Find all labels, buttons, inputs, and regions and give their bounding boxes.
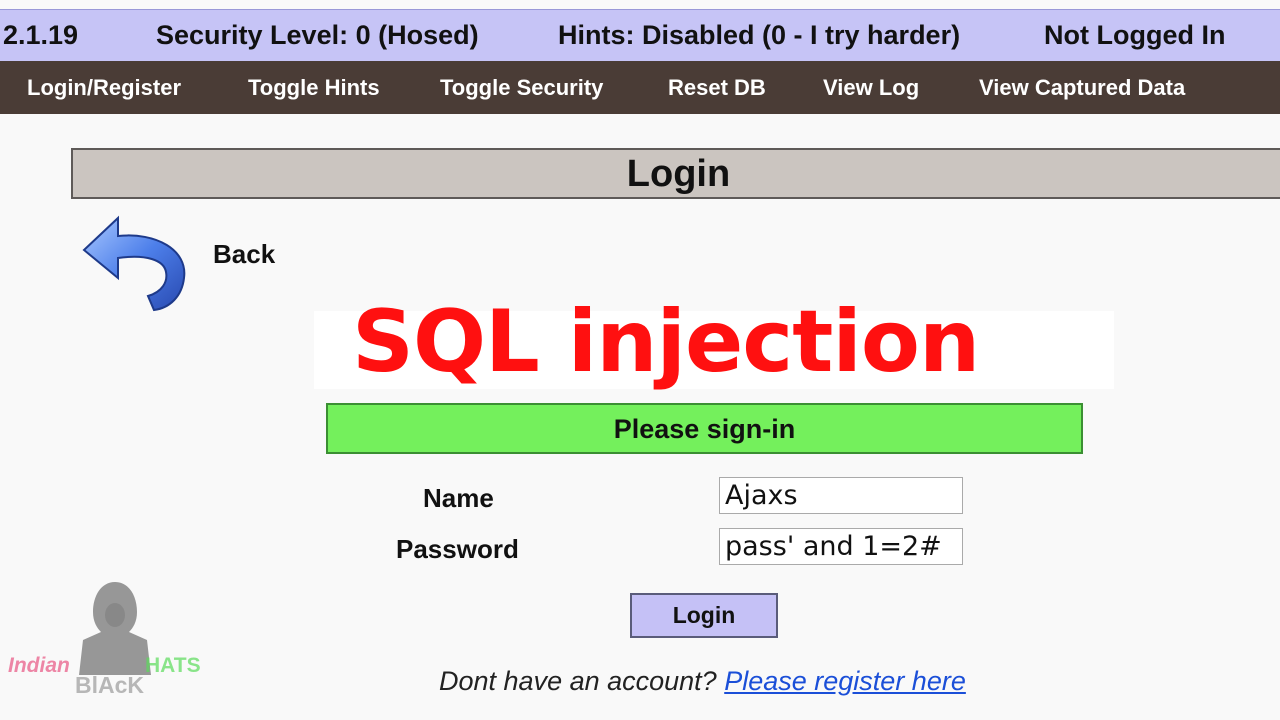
signin-heading: Please sign-in [326, 403, 1083, 454]
nav-view-captured-data[interactable]: View Captured Data [979, 75, 1185, 101]
page-title: Login [71, 148, 1280, 199]
watermark-logo: Indian HATS BlAcK [5, 580, 215, 700]
register-prompt: Dont have an account? Please register he… [439, 666, 966, 697]
login-button[interactable]: Login [630, 593, 778, 638]
password-label: Password [396, 534, 519, 564]
watermark-word-3: HATS [145, 654, 201, 677]
register-link[interactable]: Please register here [724, 666, 966, 696]
nav-bar: Login/Register Toggle Hints Toggle Secur… [0, 61, 1280, 114]
register-prompt-text: Dont have an account? [439, 666, 717, 696]
nav-login-register[interactable]: Login/Register [27, 75, 181, 101]
back-label[interactable]: Back [213, 239, 275, 270]
nav-toggle-security[interactable]: Toggle Security [440, 75, 603, 101]
back-link[interactable]: Back [78, 212, 298, 312]
watermark-word-2: BlAcK [75, 672, 145, 698]
sql-injection-caption: SQL injection [352, 292, 980, 392]
name-input[interactable]: Ajaxs [719, 477, 963, 514]
nav-view-log[interactable]: View Log [823, 75, 919, 101]
back-arrow-icon[interactable] [78, 212, 193, 312]
security-level-label: Security Level: 0 (Hosed) [156, 20, 479, 50]
watermark-word-1: Indian [8, 654, 70, 677]
version-label: 2.1.19 [3, 20, 79, 50]
password-input[interactable]: pass' and 1=2# [719, 528, 963, 565]
hooded-figure-icon [79, 582, 151, 675]
nav-toggle-hints[interactable]: Toggle Hints [248, 75, 380, 101]
status-bar: 2.1.19 Security Level: 0 (Hosed) Hints: … [0, 9, 1280, 61]
login-status-label: Not Logged In [1044, 20, 1226, 50]
nav-reset-db[interactable]: Reset DB [668, 75, 766, 101]
name-label: Name [423, 483, 494, 513]
hints-status-label: Hints: Disabled (0 - I try harder) [558, 20, 961, 50]
